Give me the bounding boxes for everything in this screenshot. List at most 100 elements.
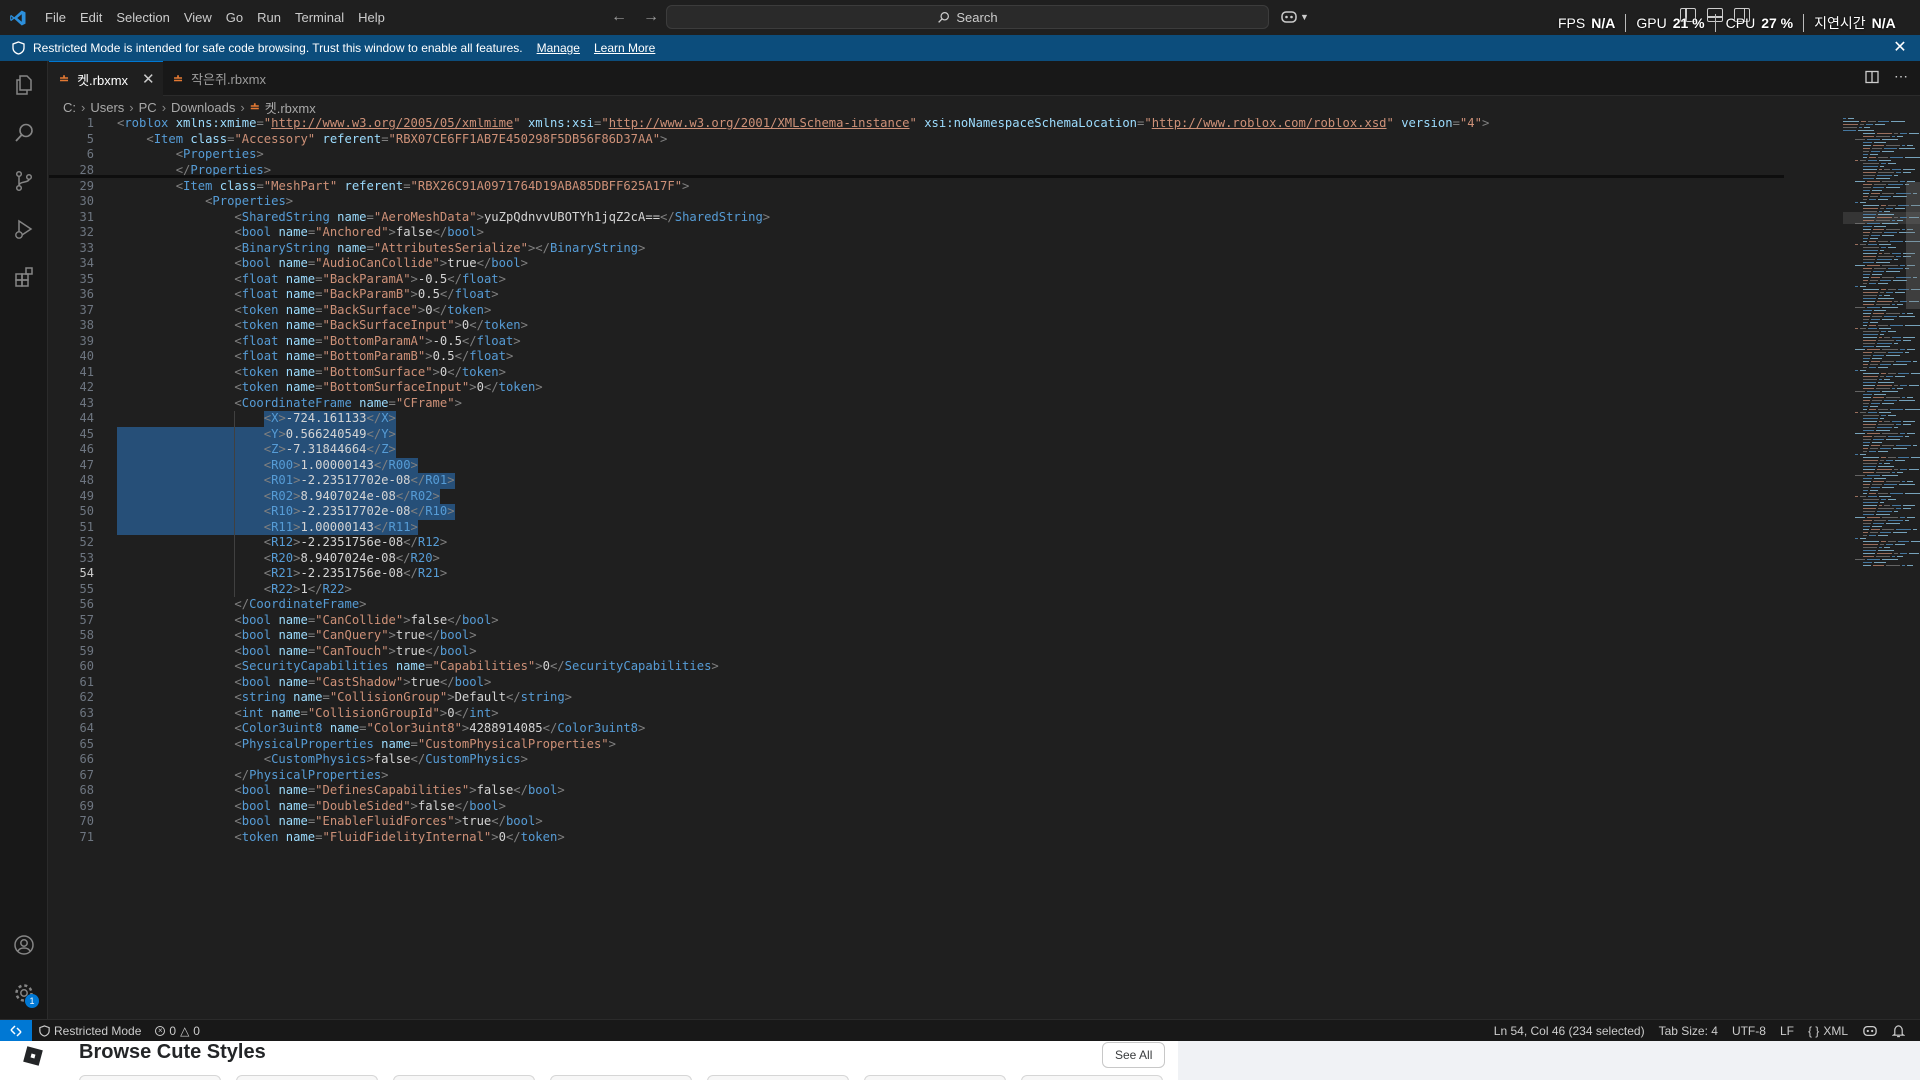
minimap-line <box>1898 541 1909 542</box>
code-token: "Capabilities" <box>432 659 536 673</box>
minimap-line <box>1882 433 1898 434</box>
minimap-line <box>1860 454 1866 455</box>
encoding-indicator[interactable]: UTF-8 <box>1725 1024 1773 1038</box>
restricted-mode-indicator[interactable]: Restricted Mode <box>32 1024 148 1038</box>
explorer-icon[interactable] <box>0 61 48 109</box>
see-all-button[interactable]: See All <box>1102 1042 1166 1068</box>
menu-edit[interactable]: Edit <box>73 6 109 30</box>
minimap-line <box>1843 124 1858 125</box>
code-token: </ <box>439 674 455 689</box>
item-card[interactable] <box>864 1075 1006 1080</box>
more-actions-icon[interactable]: ⋯ <box>1894 69 1908 85</box>
code-token: > <box>359 597 367 611</box>
menu-file[interactable]: File <box>38 6 73 30</box>
breadcrumb-drive[interactable]: C: <box>63 100 76 115</box>
minimap-line <box>1884 211 1890 212</box>
vertical-scrollbar[interactable] <box>1906 182 1920 309</box>
code-token: </ <box>366 426 382 441</box>
tab-size-indicator[interactable]: Tab Size: 4 <box>1652 1024 1725 1038</box>
item-card[interactable] <box>1021 1075 1163 1080</box>
minimap-line <box>1892 136 1895 137</box>
minimap-line <box>1882 361 1894 362</box>
minimap-line <box>1871 361 1880 362</box>
code-token: < <box>234 380 242 394</box>
remote-indicator-icon[interactable] <box>0 1019 32 1042</box>
item-card[interactable] <box>550 1075 692 1080</box>
code-token: -724.161133 <box>285 411 367 425</box>
back-arrow-icon[interactable]: ← <box>608 7 630 29</box>
cursor-position[interactable]: Ln 54, Col 46 (234 selected) <box>1487 1024 1652 1038</box>
minimap-line <box>1879 421 1882 422</box>
menu-terminal[interactable]: Terminal <box>288 6 351 30</box>
minimap-line <box>1888 184 1903 185</box>
tab-small-mouse-rbxmx[interactable]: ≐ 작은쥐.rbxmx <box>163 61 283 96</box>
minimap-line <box>1879 295 1882 296</box>
minimap-line <box>1863 295 1877 296</box>
minimap-line <box>1863 187 1871 188</box>
eol-indicator[interactable]: LF <box>1773 1024 1801 1038</box>
close-icon[interactable]: ✕ <box>142 70 155 88</box>
code-token: 0.566240549 <box>285 426 367 441</box>
menu-help[interactable]: Help <box>351 6 392 30</box>
minimap-line <box>1873 355 1884 356</box>
manage-link[interactable]: Manage <box>537 41 580 55</box>
breadcrumb-pc[interactable]: PC <box>139 100 157 115</box>
code-token: referent <box>344 178 404 193</box>
source-control-icon[interactable] <box>0 157 48 205</box>
minimap-line <box>1872 316 1882 317</box>
minimap-line <box>1863 136 1874 137</box>
minimap-line <box>1843 118 1846 119</box>
code-editor[interactable]: 1 5 6 28 29 30 31 32 33 34 35 36 37 38 39 40 41 42 43 44 45 4… <box>49 118 1920 1019</box>
minimap-line <box>1886 544 1893 545</box>
minimap-line <box>1894 427 1898 428</box>
menu-selection[interactable]: Selection <box>109 6 176 30</box>
gear-icon[interactable]: 1 <box>0 969 48 1017</box>
item-card[interactable] <box>393 1075 535 1080</box>
minimap-line <box>1888 247 1896 248</box>
copilot-button[interactable]: ▼ <box>1280 6 1314 28</box>
menu-run[interactable]: Run <box>250 6 288 30</box>
rss-file-icon: ≐ <box>249 100 260 114</box>
code-token: > <box>469 643 477 658</box>
close-icon[interactable]: ✕ <box>1892 40 1908 56</box>
menu-view[interactable]: View <box>177 6 219 30</box>
minimap-line <box>1863 394 1872 395</box>
accounts-icon[interactable] <box>0 921 48 969</box>
tab-cat-rbxmx[interactable]: ≐ 켓.rbxmx ✕ <box>49 61 163 96</box>
copilot-status-icon[interactable] <box>1855 1024 1885 1038</box>
code-token: "4" <box>1459 118 1482 130</box>
item-card[interactable] <box>707 1075 849 1080</box>
item-card[interactable] <box>236 1075 378 1080</box>
breadcrumb-downloads[interactable]: Downloads <box>171 100 235 115</box>
menu-go[interactable]: Go <box>219 6 250 30</box>
bell-icon[interactable] <box>1885 1024 1912 1038</box>
minimap-line <box>1893 364 1907 365</box>
forward-arrow-icon[interactable]: → <box>640 7 662 29</box>
language-mode[interactable]: { } XML <box>1801 1024 1855 1038</box>
cpu-readout: CPU 27 % <box>1716 15 1803 31</box>
split-editor-icon[interactable] <box>1864 69 1880 85</box>
minimap-line <box>1867 139 1880 140</box>
minimap-line <box>1905 325 1920 326</box>
code-area[interactable]: <roblox xmlns:xmime="http://www.w3.org/2… <box>117 118 1837 1019</box>
code-token: "BackParamA" <box>322 271 411 286</box>
problems-indicator[interactable]: × 0 △ 0 <box>148 1024 207 1038</box>
code-token: "CastShadow" <box>315 674 404 689</box>
command-center-search[interactable]: Search <box>666 5 1269 29</box>
code-token: < <box>234 256 242 270</box>
code-token: R21 <box>417 566 440 580</box>
item-card[interactable] <box>79 1075 221 1080</box>
learn-more-link[interactable]: Learn More <box>594 41 655 55</box>
search-icon[interactable] <box>0 109 48 157</box>
run-debug-icon[interactable] <box>0 205 48 253</box>
minimap-line <box>1871 319 1880 320</box>
breadcrumb-file[interactable]: 켓.rbxmx <box>265 98 316 117</box>
code-token: " <box>1386 118 1394 130</box>
code-token: "DoubleSided" <box>315 798 411 813</box>
minimap-line <box>1892 253 1901 254</box>
extensions-icon[interactable] <box>0 253 48 301</box>
code-line[interactable]: <token name="FluidFidelityInternal">0</t… <box>117 828 564 847</box>
breadcrumb-users[interactable]: Users <box>90 100 124 115</box>
